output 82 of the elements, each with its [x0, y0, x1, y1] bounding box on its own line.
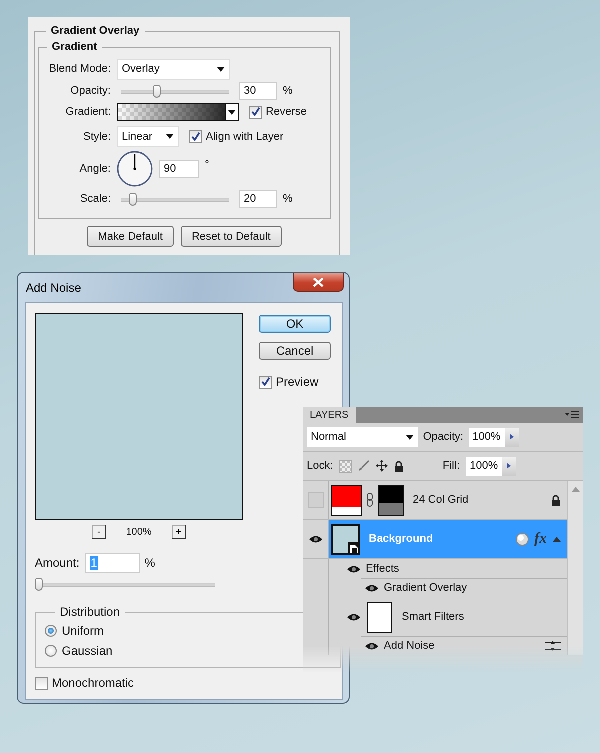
lock-icon[interactable] — [394, 460, 404, 472]
unit-label: ° — [205, 159, 210, 171]
radio-label: Gaussian — [62, 644, 113, 658]
dialog-button[interactable]: OK — [259, 315, 331, 333]
blend-mode-dropdown[interactable]: Overlay — [117, 58, 230, 80]
stepper-button[interactable] — [502, 456, 516, 476]
slider-thumb[interactable] — [153, 84, 162, 98]
angle-dial[interactable] — [117, 151, 153, 187]
checkbox[interactable] — [259, 376, 272, 388]
checkbox[interactable] — [189, 130, 202, 143]
unit-label: % — [283, 193, 293, 205]
layer-row[interactable]: 24 Col Grid — [329, 481, 567, 519]
field-label: Angle: — [78, 163, 111, 175]
checkbox[interactable] — [249, 106, 262, 118]
filter-options-icon[interactable] — [545, 640, 561, 652]
checkbox-label: Reverse — [266, 106, 307, 118]
brush-icon[interactable] — [358, 460, 370, 472]
radio-button[interactable] — [45, 645, 57, 657]
slider-thumb[interactable] — [128, 192, 137, 206]
eye-icon[interactable] — [308, 534, 322, 544]
panel-button[interactable]: Reset to Default — [180, 226, 282, 247]
zoom-level: 100% — [126, 526, 152, 538]
field-label: Lock: — [307, 460, 334, 472]
layer-name[interactable]: Gradient Overlay — [384, 582, 468, 594]
move-icon[interactable] — [376, 460, 388, 472]
opacity-field[interactable]: 100% — [468, 428, 505, 446]
layer-name[interactable]: Effects — [366, 563, 400, 575]
eye-icon[interactable] — [347, 564, 361, 574]
fill-field[interactable]: 100% — [466, 456, 502, 476]
layer-name[interactable]: Add Noise — [384, 640, 435, 652]
group-title: Distribution — [59, 605, 122, 619]
smart-filter-icon — [516, 532, 528, 546]
field-label: Amount: — [35, 556, 80, 570]
close-icon — [313, 278, 324, 286]
scrollbar[interactable] — [567, 481, 583, 655]
field-label: Fill: — [442, 460, 460, 472]
smart-object-icon — [348, 542, 360, 554]
eye-icon[interactable] — [365, 584, 379, 592]
panel-tab[interactable]: LAYERS — [303, 407, 356, 423]
dialog-title: Add Noise — [25, 280, 82, 294]
mask-thumbnail — [378, 484, 404, 516]
zoom-in-button[interactable]: + — [172, 525, 186, 539]
eye-icon[interactable] — [347, 612, 361, 622]
gradient-picker[interactable] — [117, 103, 239, 121]
checkbox[interactable] — [35, 676, 48, 690]
group-title: Gradient Overlay — [50, 25, 141, 37]
scale-field[interactable]: 20 — [239, 190, 277, 208]
link-icon — [367, 493, 373, 507]
layer-name: Background — [369, 533, 434, 545]
layer-name[interactable]: Smart Filters — [402, 611, 464, 623]
slider-thumb[interactable] — [35, 578, 43, 591]
layer-thumbnail — [331, 484, 362, 516]
unit-label: % — [283, 85, 293, 97]
opacity-field[interactable]: 30 — [239, 82, 277, 100]
stepper-button[interactable] — [504, 428, 519, 446]
radio-button[interactable] — [45, 625, 57, 637]
field-label: Blend Mode: — [48, 63, 111, 75]
close-button[interactable] — [293, 273, 344, 292]
radio-label: Uniform — [62, 624, 104, 638]
collapse-icon[interactable] — [553, 536, 561, 542]
effects-badge[interactable]: fx — [534, 530, 547, 548]
angle-field[interactable]: 90 — [159, 160, 199, 178]
checkbox-label: Monochromatic — [52, 676, 134, 690]
group-title: Gradient — [51, 41, 98, 53]
layer-row[interactable]: Background fx — [329, 520, 567, 558]
blend-mode-dropdown[interactable]: Normal — [307, 427, 418, 447]
field-label: Gradient: — [64, 106, 111, 118]
unit-label: % — [144, 556, 156, 570]
checkbox-label: Align with Layer — [206, 130, 284, 142]
field-label: Opacity: — [70, 85, 111, 97]
field-label: Style: — [82, 130, 111, 142]
dialog-button[interactable]: Cancel — [259, 342, 331, 360]
checkbox-label: Preview — [276, 375, 319, 389]
panel-menu-icon[interactable] — [565, 411, 579, 419]
zoom-out-button[interactable]: - — [92, 525, 106, 539]
layer-thumbnail — [367, 602, 392, 632]
field-label: Opacity: — [423, 431, 464, 443]
style-dropdown[interactable]: Linear — [117, 126, 179, 147]
layer-name: 24 Col Grid — [413, 494, 469, 506]
panel-button[interactable]: Make Default — [87, 226, 174, 247]
eye-icon[interactable] — [365, 642, 379, 650]
field-label: Scale: — [79, 193, 111, 205]
